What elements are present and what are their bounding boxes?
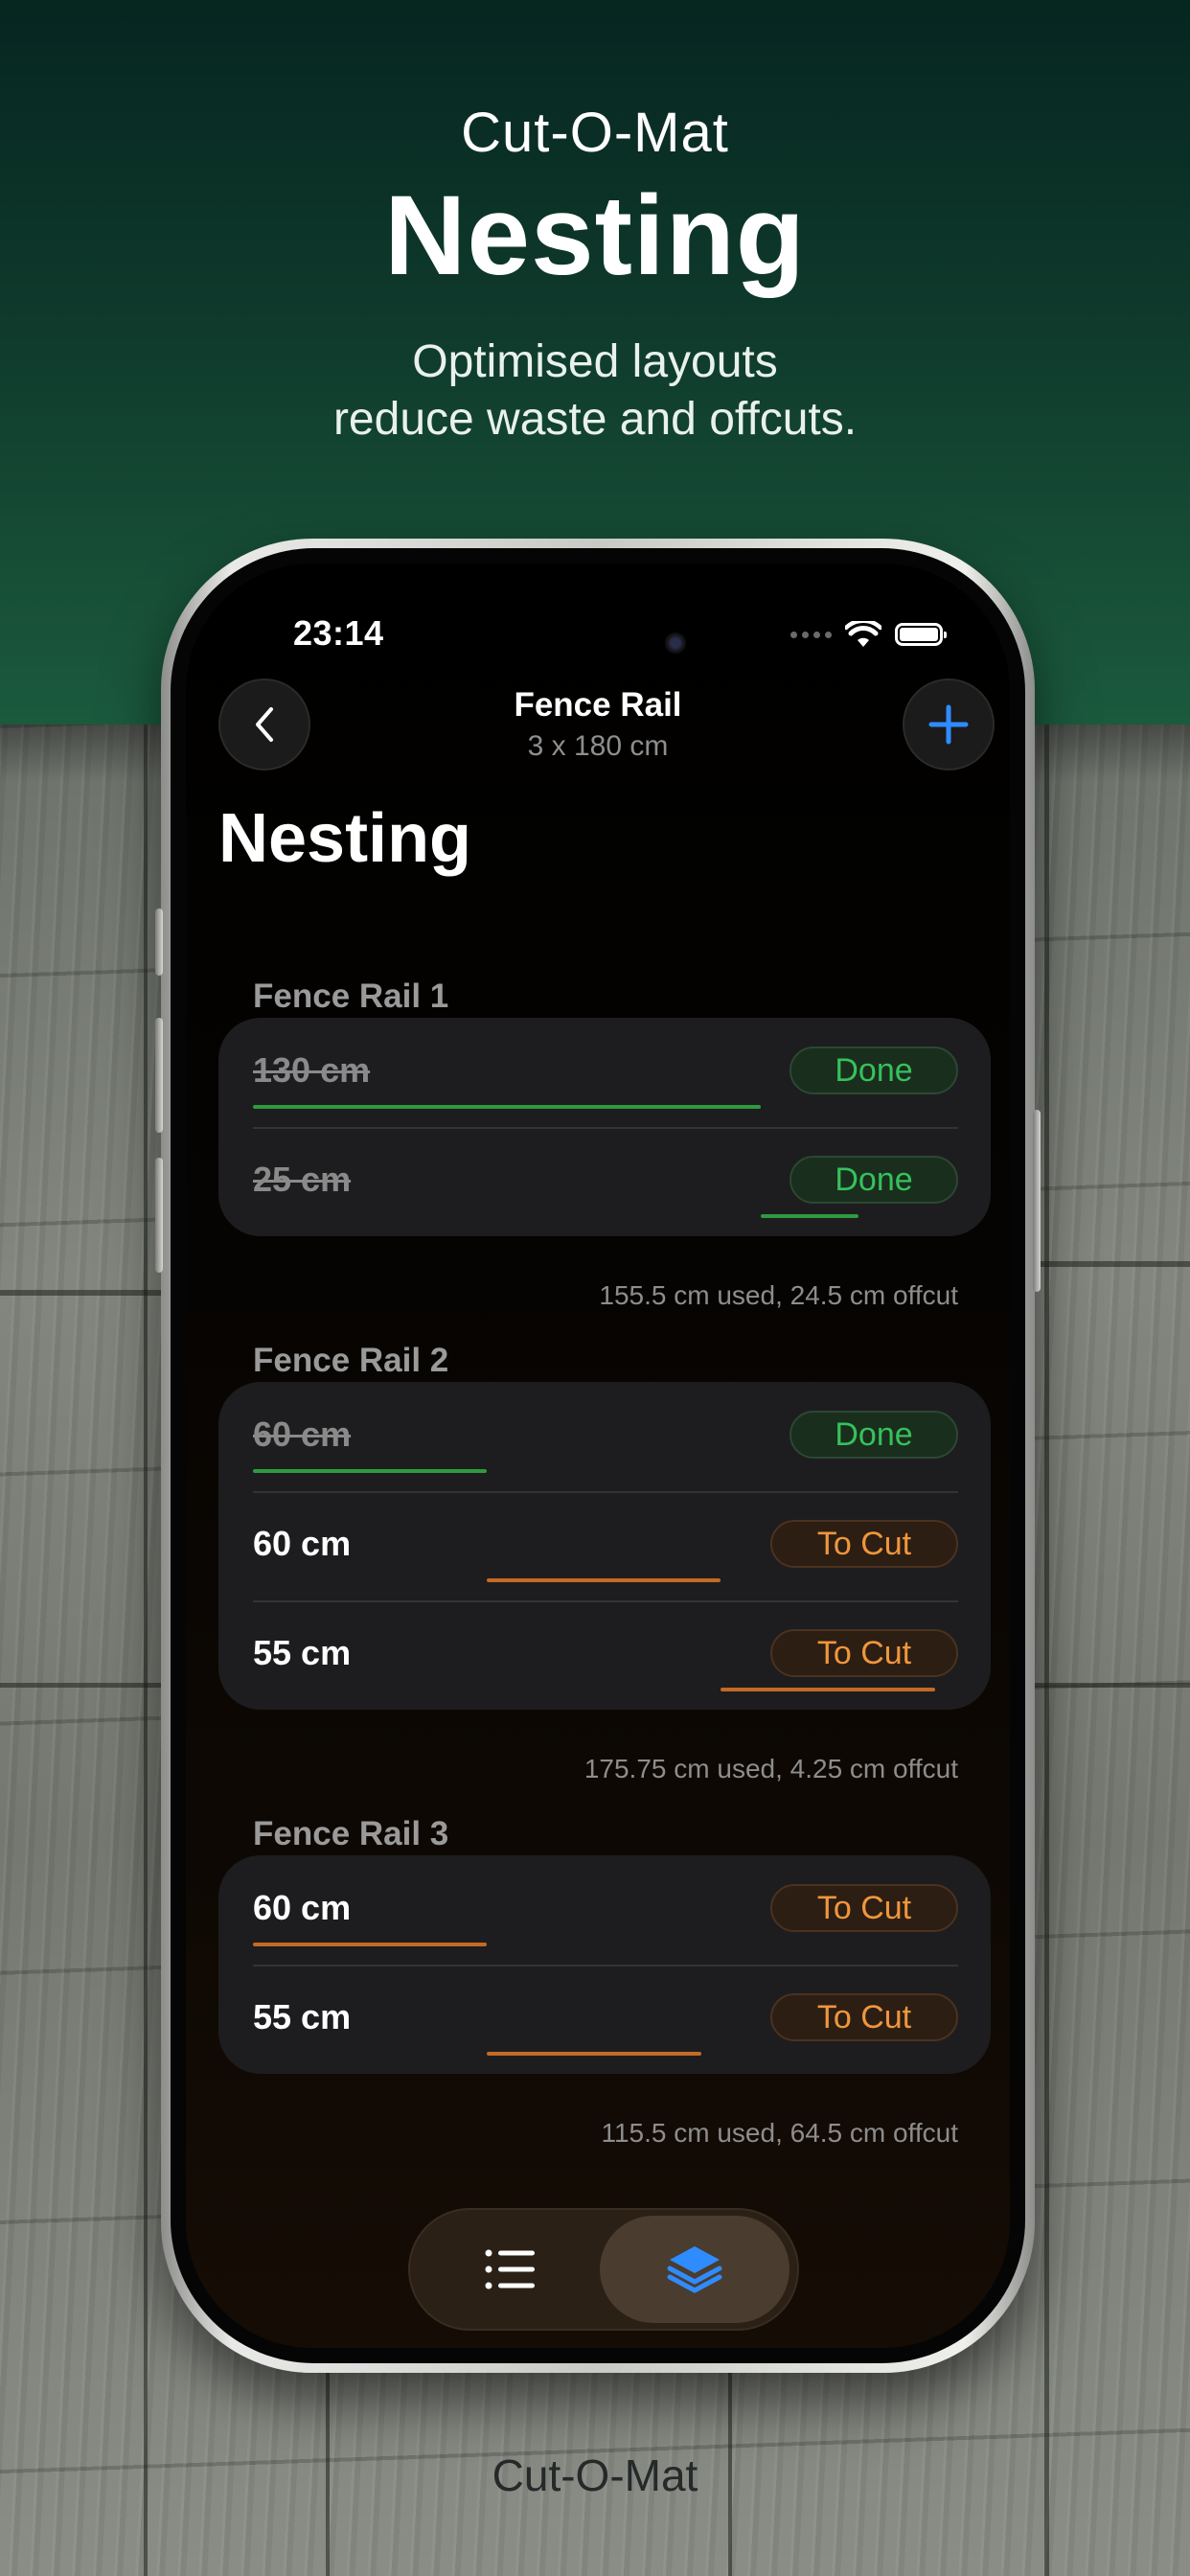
footer-logo: Cut-O-Mat bbox=[492, 2450, 698, 2500]
cut-position-bar bbox=[253, 1105, 761, 1109]
cut-row[interactable]: 60 cm To Cut bbox=[218, 1491, 991, 1600]
tagline: Optimised layouts reduce waste and offcu… bbox=[0, 334, 1190, 448]
cut-row[interactable]: 25 cm Done bbox=[218, 1127, 991, 1236]
add-button[interactable] bbox=[903, 678, 995, 770]
cut-position-bar bbox=[487, 2052, 701, 2056]
status-badge[interactable]: To Cut bbox=[770, 1884, 958, 1932]
list-icon bbox=[485, 2249, 535, 2289]
page-title: Nesting bbox=[218, 800, 472, 877]
rail-header: Fence Rail 1 bbox=[253, 978, 449, 1015]
cut-length: 60 cm bbox=[253, 1524, 352, 1563]
tab-bar bbox=[408, 2208, 799, 2331]
tab-list[interactable] bbox=[416, 2216, 606, 2323]
cut-row[interactable]: 60 cm To Cut bbox=[218, 1855, 991, 1965]
cut-position-bar bbox=[253, 1943, 487, 1946]
cut-row[interactable]: 55 cm To Cut bbox=[218, 1965, 991, 2074]
status-time: 23:14 bbox=[293, 613, 384, 653]
rail-summary: 175.75 cm used, 4.25 cm offcut bbox=[584, 1754, 958, 1783]
rail-header: Fence Rail 3 bbox=[253, 1815, 449, 1852]
rail-card: 60 cm Done 60 cm To Cut 55 cm To Cut bbox=[218, 1382, 991, 1710]
screen: 23:14 Fence Rail 3 x 180 cm Nesting Fenc… bbox=[186, 564, 1010, 2348]
cut-position-bar bbox=[761, 1214, 858, 1218]
wifi-icon bbox=[845, 621, 881, 647]
status-badge[interactable]: Done bbox=[790, 1411, 958, 1459]
dynamic-island bbox=[491, 611, 721, 677]
status-badge[interactable]: Done bbox=[790, 1156, 958, 1204]
volume-up-button bbox=[155, 1018, 163, 1133]
cut-length: 60 cm bbox=[253, 1888, 352, 1927]
rail-card: 60 cm To Cut 55 cm To Cut bbox=[218, 1855, 991, 2074]
status-badge[interactable]: To Cut bbox=[770, 1520, 958, 1568]
nav-title: Fence Rail bbox=[514, 686, 682, 724]
cut-length: 55 cm bbox=[253, 1997, 352, 2036]
status-badge[interactable]: To Cut bbox=[770, 1993, 958, 2041]
cut-row[interactable]: 130 cm Done bbox=[218, 1018, 991, 1127]
cut-length: 25 cm bbox=[253, 1160, 352, 1199]
cut-position-bar bbox=[253, 1469, 487, 1473]
tagline-line-1: Optimised layouts bbox=[412, 336, 778, 387]
headline: Nesting bbox=[384, 172, 806, 299]
rail-header: Fence Rail 2 bbox=[253, 1342, 449, 1379]
tagline-line-2: reduce waste and offcuts. bbox=[332, 394, 858, 445]
phone-frame: 23:14 Fence Rail 3 x 180 cm Nesting Fenc… bbox=[155, 539, 1041, 2373]
plus-icon bbox=[928, 704, 969, 745]
battery-icon bbox=[895, 623, 947, 646]
status-badge[interactable]: To Cut bbox=[770, 1629, 958, 1677]
tab-nesting[interactable] bbox=[600, 2216, 790, 2323]
layers-icon bbox=[667, 2246, 722, 2293]
side-button bbox=[1033, 1110, 1041, 1292]
cut-length: 130 cm bbox=[253, 1050, 371, 1090]
rail-summary: 155.5 cm used, 24.5 cm offcut bbox=[599, 1280, 958, 1310]
app-name: Cut-O-Mat bbox=[461, 102, 729, 164]
camera-icon bbox=[665, 632, 686, 654]
action-button bbox=[155, 908, 163, 976]
nav-subtitle: 3 x 180 cm bbox=[527, 730, 669, 762]
cut-row[interactable]: 55 cm To Cut bbox=[218, 1600, 991, 1710]
cut-length: 60 cm bbox=[253, 1414, 352, 1454]
status-icons bbox=[790, 615, 947, 654]
volume-down-button bbox=[155, 1158, 163, 1273]
rail-summary: 115.5 cm used, 64.5 cm offcut bbox=[601, 2118, 958, 2148]
cut-row[interactable]: 60 cm Done bbox=[218, 1382, 991, 1491]
status-badge[interactable]: Done bbox=[790, 1046, 958, 1094]
cut-length: 55 cm bbox=[253, 1633, 352, 1672]
rail-card: 130 cm Done 25 cm Done bbox=[218, 1018, 991, 1236]
signal-dots-icon bbox=[790, 631, 832, 638]
cut-position-bar bbox=[721, 1688, 935, 1691]
cut-position-bar bbox=[487, 1578, 721, 1582]
